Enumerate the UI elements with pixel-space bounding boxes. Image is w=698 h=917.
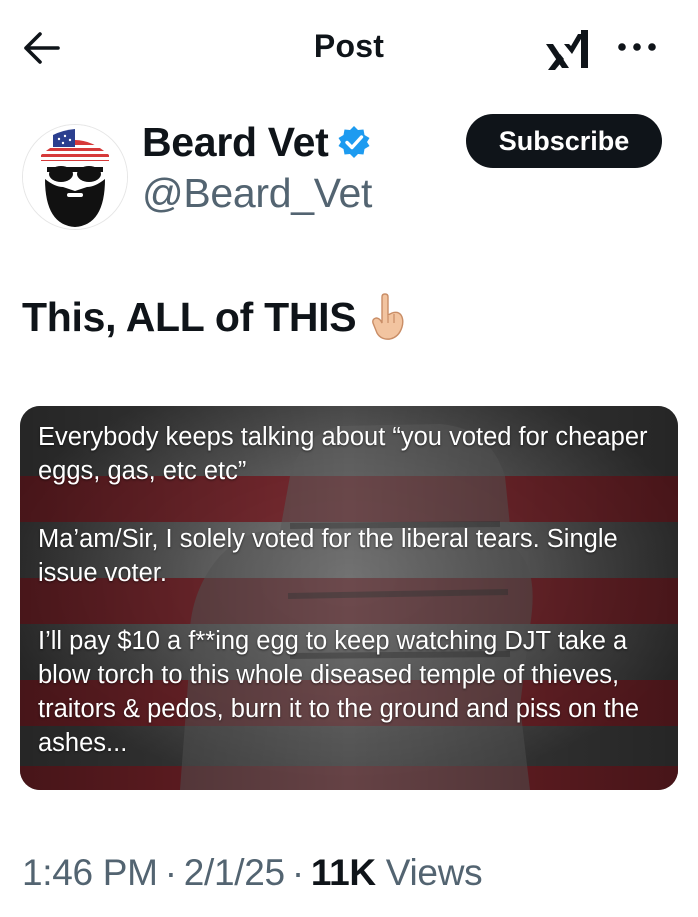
post-time[interactable]: 1:46 PM xyxy=(22,852,158,893)
tweet-media-image[interactable]: Everybody keeps talking about “you voted… xyxy=(20,406,678,790)
grok-icon xyxy=(546,30,588,70)
author-display-name: Beard Vet xyxy=(142,118,329,165)
post-date[interactable]: 2/1/25 xyxy=(184,852,285,893)
bearded-man-flag-bandana-avatar xyxy=(23,125,127,229)
meta-separator: · xyxy=(291,852,304,893)
tweet-text-content: This, ALL of THIS xyxy=(22,293,357,340)
views-label: Views xyxy=(385,852,483,893)
tweet-text: This, ALL of THIS xyxy=(22,293,406,341)
author-avatar[interactable] xyxy=(22,124,128,230)
subscribe-button[interactable]: Subscribe xyxy=(466,114,662,168)
post-metadata: 1:46 PM · 2/1/25 · 11K Views xyxy=(22,852,483,894)
meta-separator: · xyxy=(164,852,177,893)
post-page: Post Beard Vet @Beard_Vet Subscribe This… xyxy=(0,0,698,917)
grok-button[interactable] xyxy=(540,26,596,74)
views-count: 11K xyxy=(310,852,376,893)
media-caption: Everybody keeps talking about “you voted… xyxy=(38,420,668,760)
backhand-index-pointing-down-emoji xyxy=(372,293,404,340)
verified-badge-icon xyxy=(338,126,370,158)
media-paragraph-2: Ma’am/Sir, I solely voted for the libera… xyxy=(38,525,618,587)
media-paragraph-1: Everybody keeps talking about “you voted… xyxy=(38,423,648,485)
media-paragraph-3: I’ll pay $10 a f**ing egg to keep watchi… xyxy=(38,627,640,757)
more-options-button[interactable] xyxy=(612,30,662,64)
author-name-row[interactable]: Beard Vet xyxy=(142,118,372,166)
more-dots-icon xyxy=(618,43,656,51)
author-handle[interactable]: @Beard_Vet xyxy=(142,170,372,217)
